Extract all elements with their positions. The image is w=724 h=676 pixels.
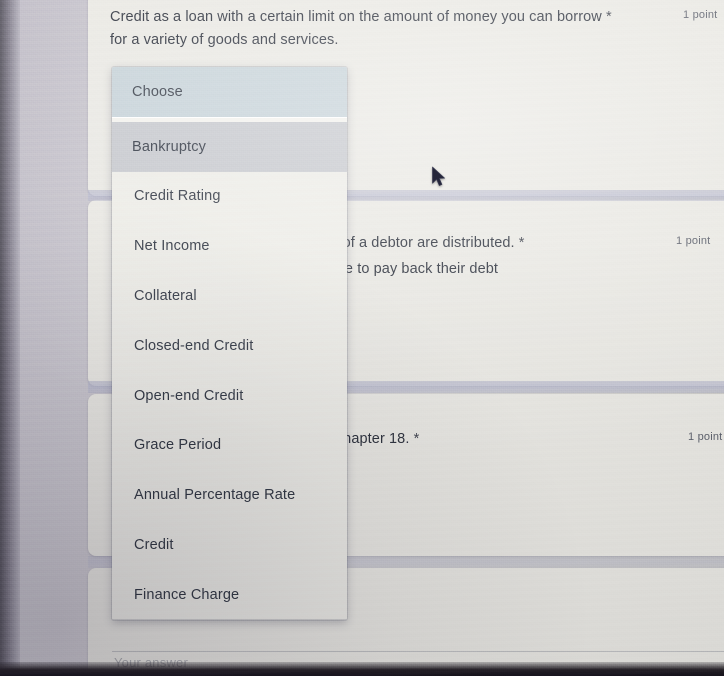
- mouse-pointer-icon: [432, 166, 445, 186]
- screenshot-root: Credit as a loan with a certain limit on…: [0, 0, 724, 676]
- dropdown-bottom-rule: [112, 618, 347, 620]
- question-3-points-label: 1 point: [688, 431, 723, 443]
- dropdown-option-credit-rating[interactable]: Credit Rating: [112, 172, 347, 222]
- question-1-text-line-1: Credit as a loan with a certain limit on…: [110, 6, 612, 28]
- dropdown-option-closed-end-credit[interactable]: Closed-end Credit: [112, 321, 347, 371]
- screen-bottom-bezel: [0, 662, 724, 676]
- question-1-text: Credit as a loan with a certain limit on…: [110, 9, 602, 25]
- question-1-points-label: 1 point: [683, 9, 718, 21]
- screen-left-bezel: [0, 0, 20, 676]
- required-asterisk: *: [518, 235, 525, 251]
- dropdown-option-bankruptcy[interactable]: Bankruptcy: [112, 121, 347, 172]
- dropdown-option-annual-percentage-rate[interactable]: Annual Percentage Rate: [112, 470, 347, 520]
- answer-input-underline: [112, 651, 724, 652]
- dropdown-options-popup[interactable]: Choose Bankruptcy Credit Rating Net Inco…: [112, 67, 347, 620]
- question-1-text-line-2: for a variety of goods and services.: [110, 32, 339, 48]
- dropdown-option-net-income[interactable]: Net Income: [112, 221, 347, 271]
- dropdown-option-open-end-credit[interactable]: Open-end Credit: [112, 371, 347, 421]
- dropdown-option-grace-period[interactable]: Grace Period: [112, 421, 347, 471]
- required-asterisk: *: [413, 431, 420, 447]
- dropdown-option-finance-charge[interactable]: Finance Charge: [112, 570, 347, 620]
- dropdown-option-collateral[interactable]: Collateral: [112, 271, 347, 321]
- dropdown-option-credit[interactable]: Credit: [112, 520, 347, 570]
- dropdown-option-choose[interactable]: Choose: [112, 67, 347, 117]
- required-asterisk: *: [606, 9, 612, 25]
- question-2-points-label: 1 point: [676, 235, 711, 247]
